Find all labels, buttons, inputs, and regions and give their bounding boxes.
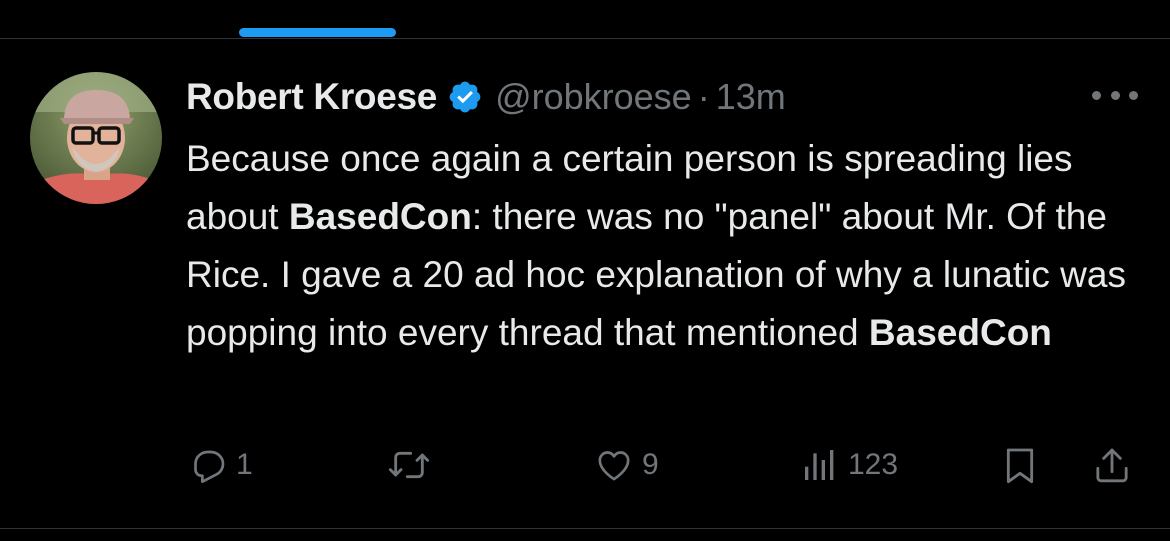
tweet-header: Robert Kroese @robkroese · 13m [186,72,786,122]
timestamp[interactable]: 13m [716,76,786,118]
heart-icon [594,445,634,485]
author-name[interactable]: Robert Kroese [186,76,437,118]
share-icon [1092,445,1132,485]
separator-dot: · [697,76,710,117]
share-button[interactable] [1092,440,1132,490]
reply-button[interactable]: 1 [188,440,253,490]
top-divider [0,38,1170,39]
view-count: 123 [848,448,899,481]
tweet-text: Because once again a certain person is s… [186,130,1146,362]
analytics-icon [800,445,840,485]
bottom-divider [0,528,1170,529]
verified-badge-icon[interactable] [447,79,483,115]
bookmark-button[interactable] [1000,440,1040,490]
views-button[interactable]: 123 [800,440,898,490]
reply-icon [188,445,228,485]
avatar[interactable] [30,72,162,204]
like-count: 9 [642,448,659,481]
more-icon[interactable] [1092,86,1138,104]
tweet-text-bold: BasedCon [288,196,472,237]
reply-count: 1 [236,448,253,481]
active-tab-indicator [239,28,396,37]
retweet-icon [386,445,432,485]
like-button[interactable]: 9 [594,440,659,490]
tweet-text-bold: BasedCon [868,312,1052,353]
bookmark-icon [1000,445,1040,485]
action-bar: 1 9 123 [0,440,1170,490]
author-handle[interactable]: @robkroese [495,76,692,118]
retweet-button[interactable] [386,440,440,490]
